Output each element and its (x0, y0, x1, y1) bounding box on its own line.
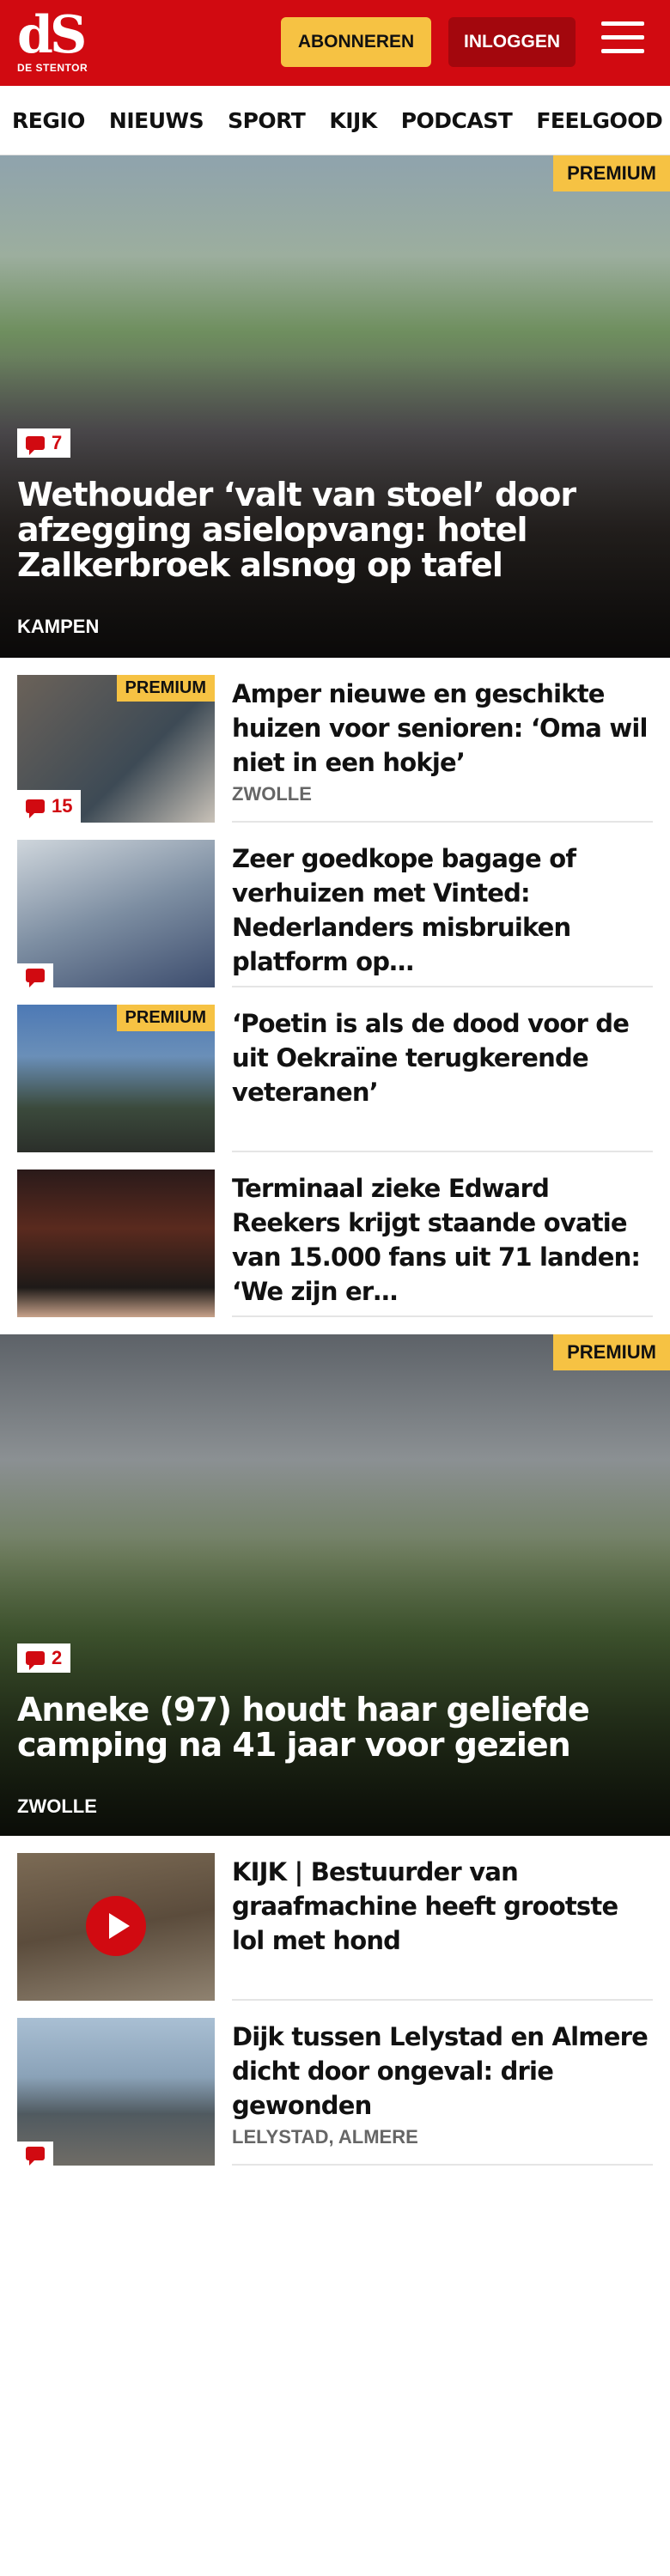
nav-item-nieuws[interactable]: NIEUWS (97, 108, 216, 133)
hero-article-hotel[interactable]: PREMIUM 7 Wethouder ‘valt van stoel’ doo… (0, 155, 670, 658)
comment-count[interactable]: 2 (17, 1643, 71, 1673)
image-shade (0, 1534, 670, 1836)
play-icon[interactable] (86, 1896, 146, 1956)
comment-count[interactable]: 7 (17, 428, 71, 458)
nav-item-sport[interactable]: SPORT (216, 108, 317, 133)
logo-subtitle: DE STENTOR (17, 62, 88, 74)
hero-title[interactable]: Wethouder ‘valt van stoel’ door afzeggin… (17, 477, 644, 583)
comment-count-value: 7 (52, 432, 63, 453)
article-thumbnail: PREMIUM 15 (17, 675, 215, 823)
nav-item-podcast[interactable]: PODCAST (389, 108, 525, 133)
list-item[interactable]: KIJK | Bestuurder van graafmachine heeft… (0, 1836, 670, 2001)
article-thumbnail (17, 1170, 215, 1317)
premium-badge: PREMIUM (116, 1005, 215, 1031)
comment-icon (26, 1651, 45, 1670)
article-title[interactable]: Terminaal zieke Edward Reekers krijgt st… (232, 1171, 653, 1309)
comment-icon (26, 969, 45, 987)
premium-badge: PREMIUM (553, 1334, 670, 1370)
premium-badge: PREMIUM (553, 155, 670, 191)
subscribe-button[interactable]: ABONNEREN (281, 17, 431, 67)
comment-icon (26, 799, 45, 818)
comment-count (17, 2142, 53, 2166)
video-thumbnail (17, 1853, 215, 2001)
nav-item-kijk[interactable]: KIJK (317, 108, 388, 133)
article-title[interactable]: KIJK | Bestuurder van graafmachine heeft… (232, 1855, 653, 1958)
article-title[interactable]: ‘Poetin is als de dood voor de uit Oekra… (232, 1006, 653, 1109)
hero-article-camping[interactable]: PREMIUM 2 Anneke (97) houdt haar geliefd… (0, 1334, 670, 1836)
site-logo[interactable]: dS DE STENTOR (17, 9, 103, 77)
section-nav: REGIO NIEUWS SPORT KIJK PODCAST FEELGOOD… (0, 86, 670, 155)
comment-icon (26, 436, 45, 455)
comment-icon (26, 2147, 45, 2166)
hamburger-menu-icon[interactable] (601, 21, 644, 61)
login-button[interactable]: INLOGGEN (448, 17, 576, 67)
hero-title[interactable]: Anneke (97) houdt haar geliefde camping … (17, 1692, 644, 1763)
comment-count-value: 15 (52, 795, 73, 817)
article-title[interactable]: Dijk tussen Lelystad en Almere dicht doo… (232, 2020, 653, 2123)
nav-item-regio[interactable]: REGIO (0, 108, 97, 133)
list-item[interactable]: Zeer goedkope bagage of verhuizen met Vi… (0, 823, 670, 987)
article-thumbnail (17, 2018, 215, 2166)
article-title[interactable]: Amper nieuwe en geschikte huizen voor se… (232, 677, 653, 780)
list-item[interactable]: Terminaal zieke Edward Reekers krijgt st… (0, 1152, 670, 1317)
article-thumbnail: PREMIUM (17, 1005, 215, 1152)
premium-badge: PREMIUM (116, 675, 215, 702)
article-thumbnail (17, 840, 215, 987)
comment-count-value: 2 (52, 1647, 63, 1668)
nav-item-feelgood[interactable]: FEELGOOD (524, 108, 670, 133)
comment-count: 15 (17, 790, 82, 823)
logo-mark: dS (17, 5, 87, 65)
list-item[interactable]: PREMIUM 15 Amper nieuwe en geschikte hui… (0, 658, 670, 823)
article-title[interactable]: Zeer goedkope bagage of verhuizen met Vi… (232, 841, 653, 979)
site-header: dS DE STENTOR ABONNEREN INLOGGEN (0, 0, 670, 86)
list-item[interactable]: PREMIUM ‘Poetin is als de dood voor de u… (0, 987, 670, 1152)
article-region: ZWOLLE (232, 783, 312, 805)
hero-region: ZWOLLE (17, 1795, 97, 1817)
hero-region: KAMPEN (17, 616, 100, 637)
list-item[interactable]: Dijk tussen Lelystad en Almere dicht doo… (0, 2001, 670, 2166)
article-region: LELYSTAD, ALMERE (232, 2126, 418, 2148)
comment-count (17, 963, 53, 987)
